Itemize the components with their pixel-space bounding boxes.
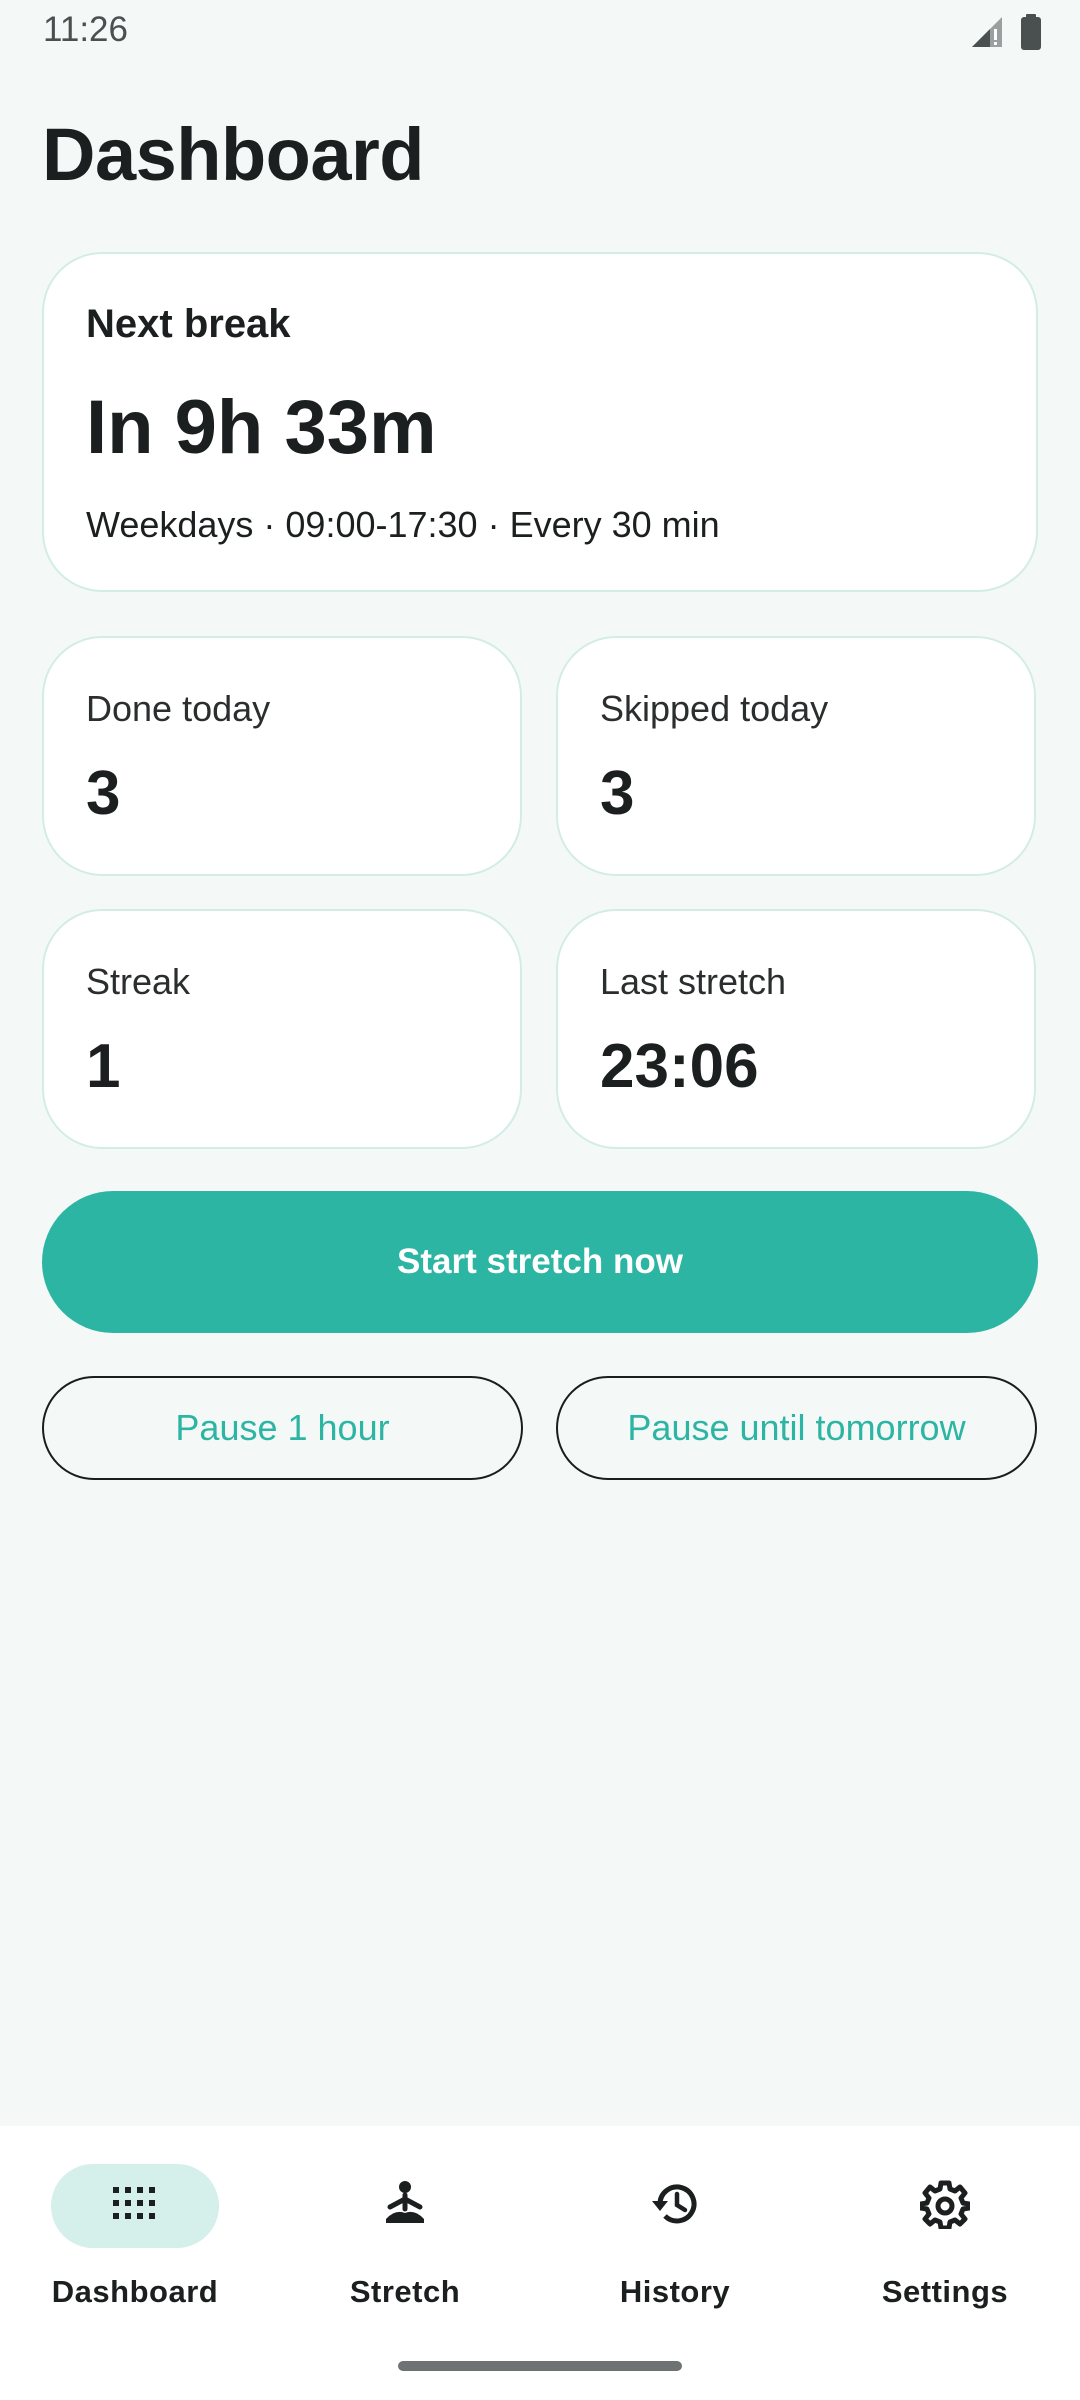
streak-label: Streak [86,961,191,1002]
next-break-schedule: Weekdays · 09:00-17:30 · Every 30 min [86,504,720,545]
status-bar: 11:26 [0,0,1080,64]
skipped-today-value: 3 [600,759,635,828]
pause-until-tomorrow-button[interactable]: Pause until tomorrow [556,1376,1037,1480]
done-today-card: Done today 3 [42,636,522,876]
nav-label-stretch: Stretch [349,2274,461,2309]
nav-label-dashboard: Dashboard [51,2274,219,2309]
streak-value: 1 [86,1032,121,1101]
status-time: 11:26 [43,10,128,49]
nav-active-indicator [51,2164,219,2248]
nav-item-settings[interactable]: Settings [810,2164,1080,2334]
nav-label-history: History [619,2274,731,2309]
last-stretch-value: 23:06 [600,1032,759,1101]
next-break-card: Next break In 9h 33m Weekdays · 09:00-17… [42,252,1038,592]
grid-icon [113,2186,157,2226]
bottom-nav: Dashboard Stretch History Settings [0,2126,1080,2400]
battery-icon [1020,14,1042,50]
signal-icon [970,15,1004,49]
home-indicator[interactable] [398,2361,682,2371]
next-break-label: Next break [86,302,291,346]
nav-item-dashboard[interactable]: Dashboard [0,2164,270,2334]
skipped-today-label: Skipped today [600,688,829,729]
start-stretch-button[interactable]: Start stretch now [42,1191,1038,1333]
nav-label-settings: Settings [881,2274,1009,2309]
page-title: Dashboard [42,113,425,196]
nav-item-history[interactable]: History [540,2164,810,2334]
stretch-icon [380,2180,430,2232]
streak-card: Streak 1 [42,909,522,1149]
status-icons [970,12,1042,52]
pause-1-hour-button[interactable]: Pause 1 hour [42,1376,523,1480]
history-icon [648,2179,702,2234]
skipped-today-card: Skipped today 3 [556,636,1036,876]
gear-icon [918,2179,972,2234]
last-stretch-card: Last stretch 23:06 [556,909,1036,1149]
nav-item-stretch[interactable]: Stretch [270,2164,540,2334]
done-today-label: Done today [86,688,271,729]
next-break-countdown: In 9h 33m [86,385,437,470]
done-today-value: 3 [86,759,121,828]
last-stretch-label: Last stretch [600,961,787,1002]
